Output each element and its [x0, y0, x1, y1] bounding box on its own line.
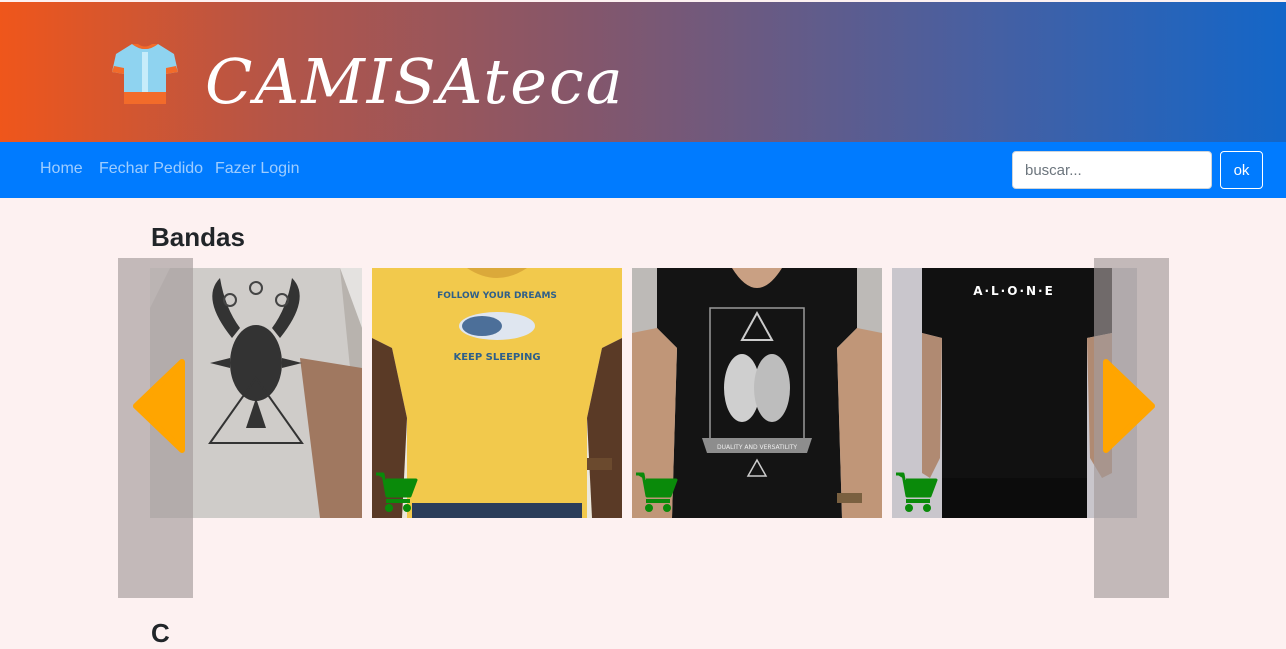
tshirt-icon — [112, 44, 178, 104]
product-card[interactable]: FOLLOW YOUR DREAMS KEEP SLEEPING — [372, 268, 622, 518]
search-input[interactable] — [1012, 151, 1212, 189]
section-title-bandas: Bandas — [151, 222, 245, 252]
chevron-right-icon — [1103, 359, 1155, 453]
section-title-next: C — [151, 618, 170, 648]
chevron-left-icon — [133, 359, 185, 453]
product-card[interactable]: DUALITY AND VERSATILITY — [632, 268, 882, 518]
search-button[interactable]: ok — [1220, 151, 1263, 189]
cart-icon[interactable] — [374, 470, 418, 514]
carousel-prev-button[interactable] — [118, 258, 193, 598]
print-ribbon: DUALITY AND VERSATILITY — [717, 444, 797, 451]
brand-logo[interactable]: CAMISAteca — [205, 32, 625, 132]
header-banner: CAMISAteca — [0, 2, 1286, 142]
carousel-next-button[interactable] — [1094, 258, 1169, 598]
nav-home[interactable]: Home — [40, 160, 83, 178]
cart-icon[interactable] — [634, 470, 678, 514]
cart-icon[interactable] — [894, 470, 938, 514]
print-text-top: FOLLOW YOUR DREAMS — [437, 291, 557, 301]
print-text-bottom: KEEP SLEEPING — [453, 352, 540, 363]
navbar: Home Fechar Pedido Fazer Login ok — [0, 142, 1286, 198]
nav-fazer-login[interactable]: Fazer Login — [215, 160, 300, 178]
nav-fechar-pedido[interactable]: Fechar Pedido — [99, 160, 203, 178]
print-text-alone: A·L·O·N·E — [973, 284, 1055, 298]
